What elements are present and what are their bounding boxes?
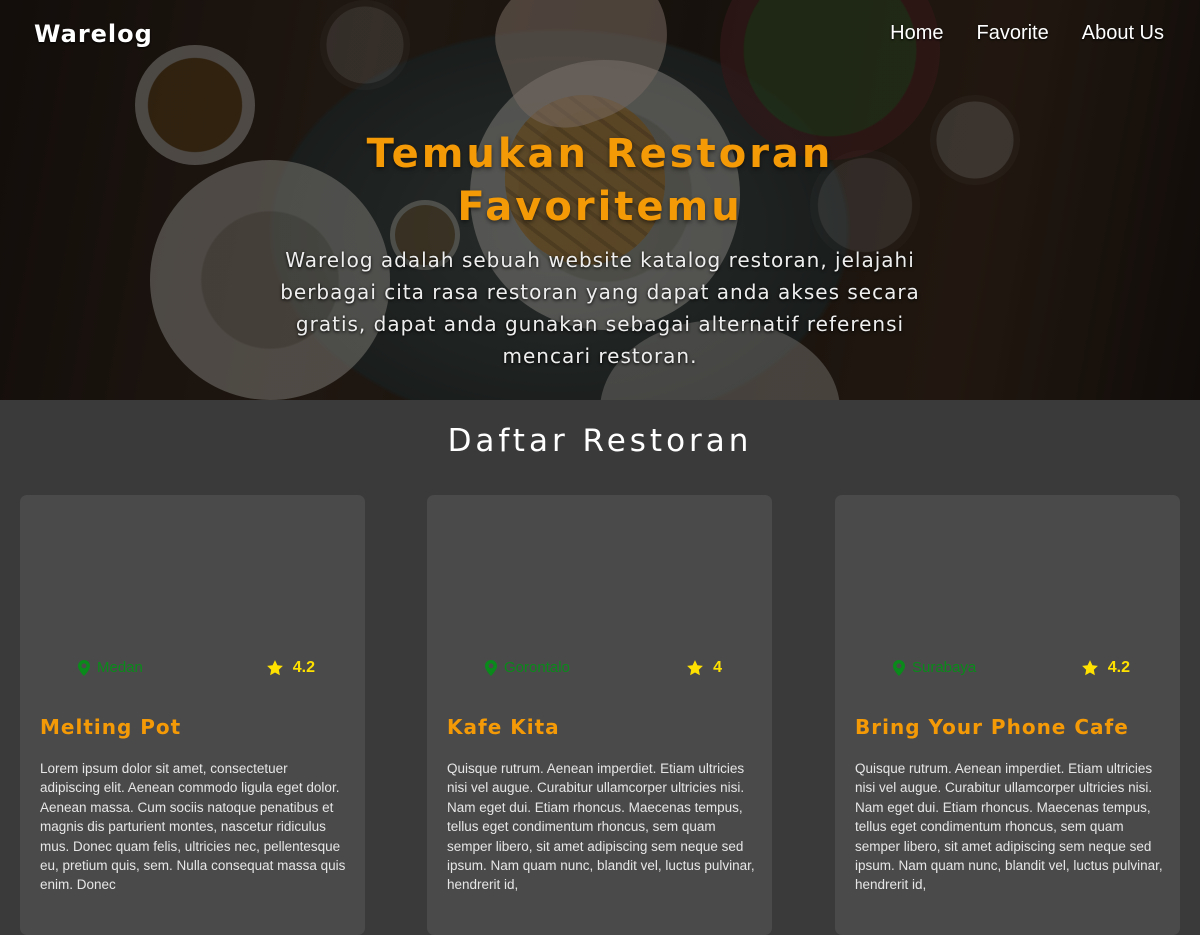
star-icon <box>1081 660 1098 676</box>
restaurant-name[interactable]: Melting Pot <box>40 715 181 739</box>
restaurant-meta: Medan 4.2 <box>20 659 365 679</box>
hero-description: Warelog adalah sebuah website katalog re… <box>280 248 920 368</box>
restaurant-city: Medan <box>97 659 143 676</box>
restaurant-card[interactable]: Gorontalo 4 Kafe Kita Quisque rutrum. Ae… <box>427 495 772 935</box>
hero-title: Temukan Restoran Favoritemu <box>366 131 834 230</box>
restaurant-location: Medan <box>78 659 143 676</box>
restaurant-rating: 4.2 <box>266 659 315 677</box>
restaurant-description: Lorem ipsum dolor sit amet, consectetuer… <box>40 761 346 893</box>
map-pin-icon <box>485 659 497 676</box>
restaurant-card[interactable]: Surabaya 4.2 Bring Your Phone Cafe Quisq… <box>835 495 1180 935</box>
restaurant-meta: Surabaya 4.2 <box>835 659 1180 679</box>
restaurant-image <box>835 495 1180 645</box>
nav-link-about-us[interactable]: About Us <box>1082 22 1164 45</box>
restaurant-location: Surabaya <box>893 659 976 676</box>
restaurant-city: Surabaya <box>912 659 977 676</box>
map-pin-icon <box>893 659 905 676</box>
restaurant-rating-value: 4.2 <box>292 659 315 676</box>
restaurant-description: Quisque rutrum. Aenean imperdiet. Etiam … <box>447 761 755 893</box>
restaurant-description: Quisque rutrum. Aenean imperdiet. Etiam … <box>855 761 1163 893</box>
restaurant-rating-value: 4.2 <box>1107 659 1130 676</box>
hero: Warelog Home Favorite About Us Temukan R… <box>0 0 1200 400</box>
nav-link-home[interactable]: Home <box>890 22 943 45</box>
map-pin-icon <box>78 659 90 676</box>
restaurant-location: Gorontalo <box>485 659 570 676</box>
navbar: Warelog Home Favorite About Us <box>0 0 1200 72</box>
nav-link-favorite[interactable]: Favorite <box>976 22 1048 45</box>
restaurant-rating-value: 4 <box>713 659 722 676</box>
restaurant-city: Gorontalo <box>504 659 570 676</box>
section-title: Daftar Restoran <box>447 423 753 459</box>
star-icon <box>266 660 283 676</box>
restaurant-name[interactable]: Kafe Kita <box>447 715 560 739</box>
restaurant-card[interactable]: Medan 4.2 Melting Pot Lorem ipsum dolor … <box>20 495 365 935</box>
restaurant-image <box>427 495 772 645</box>
restaurant-meta: Gorontalo 4 <box>427 659 772 679</box>
star-icon <box>687 660 703 676</box>
nav-links: Home Favorite About Us <box>890 22 1164 45</box>
restaurant-rating: 4.2 <box>1081 659 1130 677</box>
brand-logo[interactable]: Warelog <box>34 20 153 48</box>
restaurant-name[interactable]: Bring Your Phone Cafe <box>855 715 1129 739</box>
restaurant-image <box>20 495 365 645</box>
restaurant-rating: 4 <box>686 659 722 677</box>
